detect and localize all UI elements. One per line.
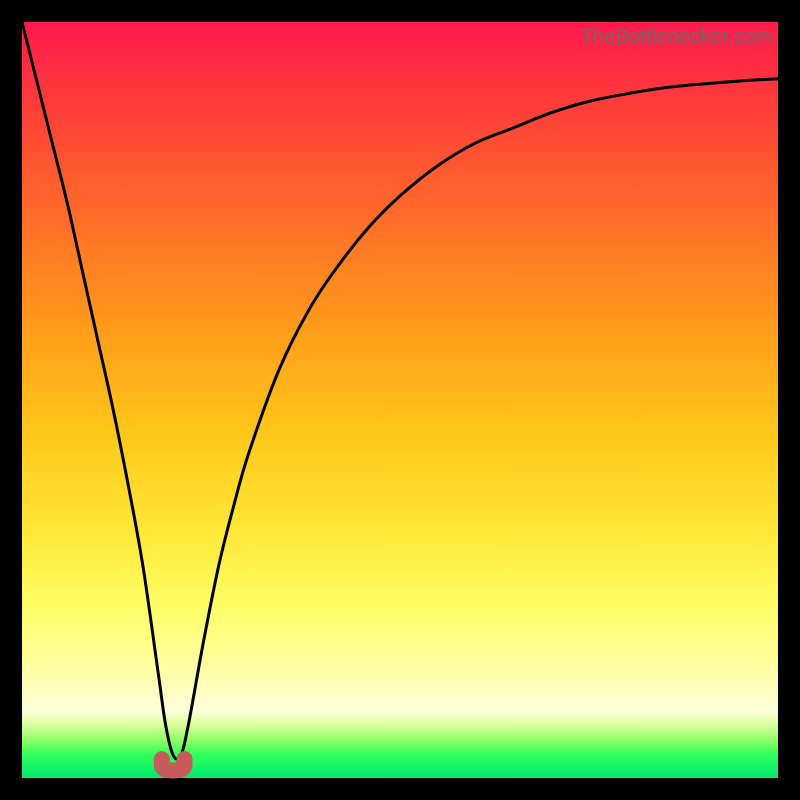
bottleneck-plot (22, 22, 778, 778)
chart-area: TheBottlenecker.com (22, 22, 778, 778)
bottleneck-curve (22, 22, 778, 759)
optimal-marker (162, 759, 185, 770)
